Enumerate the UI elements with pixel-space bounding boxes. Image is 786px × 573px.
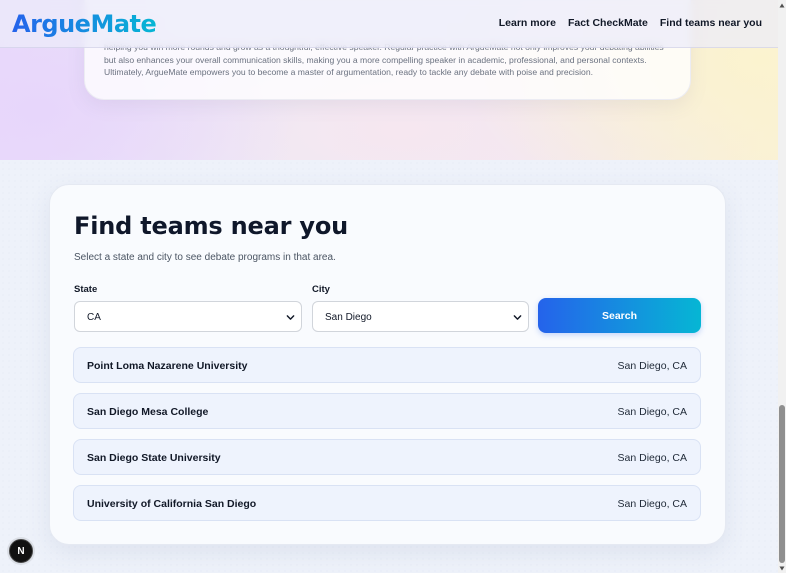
- result-name: Point Loma Nazarene University: [87, 360, 248, 372]
- state-label: State: [74, 284, 98, 295]
- section-title: Find teams near you: [74, 212, 349, 240]
- state-select[interactable]: CA: [74, 301, 302, 332]
- result-item[interactable]: University of California San Diego San D…: [73, 485, 701, 521]
- nav-link-learn-more[interactable]: Learn more: [499, 17, 556, 29]
- search-button[interactable]: Search: [538, 298, 701, 333]
- nextjs-dev-badge[interactable]: N: [9, 539, 33, 563]
- nav-link-fact-checkmate[interactable]: Fact CheckMate: [568, 17, 648, 29]
- result-location: San Diego, CA: [617, 406, 687, 418]
- result-item[interactable]: Point Loma Nazarene University San Diego…: [73, 347, 701, 383]
- nav-links: Learn more Fact CheckMate Find teams nea…: [499, 17, 762, 29]
- city-label: City: [312, 284, 330, 295]
- result-item[interactable]: San Diego Mesa College San Diego, CA: [73, 393, 701, 429]
- result-location: San Diego, CA: [617, 452, 687, 464]
- result-name: San Diego State University: [87, 452, 221, 464]
- result-location: San Diego, CA: [617, 498, 687, 510]
- chevron-down-icon: [286, 315, 295, 320]
- result-location: San Diego, CA: [617, 360, 687, 372]
- result-item[interactable]: San Diego State University San Diego, CA: [73, 439, 701, 475]
- chevron-down-icon: [513, 315, 522, 320]
- state-select-value: CA: [87, 312, 101, 323]
- results-list: Point Loma Nazarene University San Diego…: [73, 347, 701, 531]
- city-select-value: San Diego: [325, 312, 372, 323]
- brand-logo[interactable]: ArgueMate: [12, 10, 157, 38]
- section-subtitle: Select a state and city to see debate pr…: [74, 252, 336, 263]
- page-scrollbar[interactable]: [778, 0, 786, 573]
- result-name: San Diego Mesa College: [87, 406, 209, 418]
- scroll-down-arrow-icon[interactable]: [778, 564, 786, 572]
- navbar: ArgueMate Learn more Fact CheckMate Find…: [0, 0, 778, 48]
- scrollbar-thumb[interactable]: [779, 405, 785, 563]
- nav-link-find-teams[interactable]: Find teams near you: [660, 17, 762, 29]
- result-name: University of California San Diego: [87, 498, 257, 510]
- city-select[interactable]: San Diego: [312, 301, 529, 332]
- scroll-up-arrow-icon[interactable]: [778, 1, 786, 9]
